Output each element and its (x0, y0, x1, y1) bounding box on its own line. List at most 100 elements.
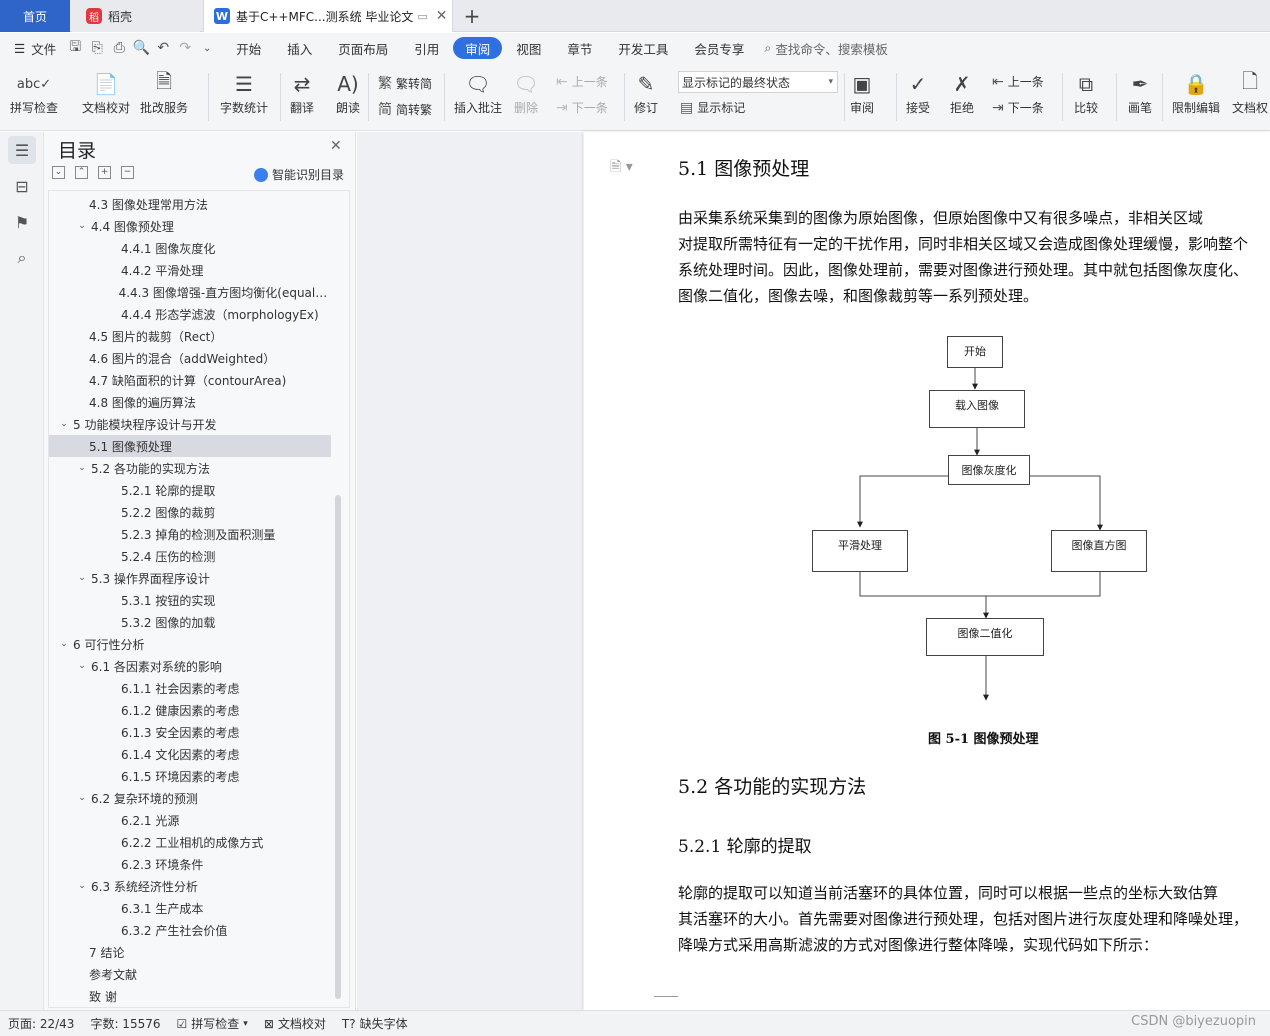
menu-item-4[interactable]: 审阅 (453, 37, 503, 59)
toc-item[interactable]: ⌄ 5.2 各功能的实现方法 (49, 457, 329, 479)
menu-item-6[interactable]: 章节 (555, 37, 604, 59)
prev-comment-button[interactable]: ⇤ 上一条 (556, 73, 608, 90)
close-icon[interactable]: ✕ (330, 138, 342, 154)
smart-toc-button[interactable]: 智能识别目录 (254, 166, 344, 183)
toc-item[interactable]: 参考文献 (49, 963, 329, 985)
word-count-indicator[interactable]: 字数: 15576 (82, 1015, 168, 1032)
toc-item[interactable]: 6.3.1 生产成本 (49, 897, 329, 919)
toc-item[interactable]: 4.5 图片的裁剪（Rect） (49, 325, 329, 347)
chevron-down-icon[interactable]: ⌄ (75, 573, 89, 583)
toc-item[interactable]: 4.8 图像的遍历算法 (49, 391, 329, 413)
close-tab-icon[interactable]: ✕ (436, 8, 448, 24)
screen-icon[interactable]: ▭ (417, 10, 427, 23)
prev-change-button[interactable]: ⇤ 上一条 (992, 73, 1044, 90)
toc-item[interactable]: 6.1.3 安全因素的考虑 (49, 721, 329, 743)
menu-item-5[interactable]: 视图 (504, 37, 553, 59)
doc-proof-button[interactable]: 📄 文档校对 (82, 69, 130, 116)
toc-item[interactable]: 4.4.3 图像增强-直方图均衡化(equaliz... (49, 281, 329, 303)
spellcheck-button[interactable]: abc✓ 拼写检查 (10, 69, 58, 116)
toc-item[interactable]: 6.2.3 环境条件 (49, 853, 329, 875)
toc-item[interactable]: ⌄ 6.3 系统经济性分析 (49, 875, 329, 897)
collapse-all-icon[interactable]: ⌄ (52, 166, 65, 179)
print-preview-icon[interactable]: 🔍 (130, 37, 152, 59)
toc-item[interactable]: 4.4.2 平滑处理 (49, 259, 329, 281)
toc-item[interactable]: ⌄ 6 可行性分析 (49, 633, 329, 655)
chapter-nav-icon[interactable]: ⊟ (8, 172, 36, 200)
spellcheck-status[interactable]: ☑ 拼写检查 ▾ (169, 1015, 256, 1032)
toc-item[interactable]: 4.4.1 图像灰度化 (49, 237, 329, 259)
toc-item[interactable]: 6.1.4 文化因素的考虑 (49, 743, 329, 765)
toc-item[interactable]: 4.7 缺陷面积的计算（contourArea) (49, 369, 329, 391)
compare-button[interactable]: ⧉ 比较 (1072, 69, 1100, 116)
chevron-down-icon[interactable]: ⌄ (75, 793, 89, 803)
more-icon[interactable]: ⌄ (196, 37, 218, 59)
toc-item[interactable]: 6.2.2 工业相机的成像方式 (49, 831, 329, 853)
toc-scrollbar[interactable] (335, 495, 341, 999)
review-pane-button[interactable]: ▣ 审阅 (848, 69, 876, 116)
toc-item[interactable]: 5.3.1 按钮的实现 (49, 589, 329, 611)
toc-item[interactable]: ⌄ 4.4 图像预处理 (49, 215, 329, 237)
toc-item[interactable]: 6.2.1 光源 (49, 809, 329, 831)
bookmark-icon[interactable]: ⚑ (8, 208, 36, 236)
insert-comment-button[interactable]: 🗨 插入批注 (454, 69, 502, 116)
translate-button[interactable]: ⇄ 翻译 (288, 69, 316, 116)
pen-button[interactable]: ✒ 画笔 (1126, 69, 1154, 116)
next-change-button[interactable]: ⇥ 下一条 (992, 99, 1044, 116)
menu-item-1[interactable]: 插入 (275, 37, 324, 59)
toc-item[interactable]: 4.3 图像处理常用方法 (49, 193, 329, 215)
toc-item[interactable]: ⌄ 5 功能模块程序设计与开发 (49, 413, 329, 435)
expand-up-icon[interactable]: ⌃ (75, 166, 88, 179)
toc-item[interactable]: 4.6 图片的混合（addWeighted） (49, 347, 329, 369)
toc-item[interactable]: 5.2.2 图像的裁剪 (49, 501, 329, 523)
markup-state-select[interactable]: 显示标记的最终状态 ▾ (678, 71, 838, 93)
toc-item[interactable]: 7 结论 (49, 941, 329, 963)
toc-item[interactable]: 6.1.2 健康因素的考虑 (49, 699, 329, 721)
toc-item[interactable]: ⌄ 5.3 操作界面程序设计 (49, 567, 329, 589)
toc-item[interactable]: 6.1.1 社会因素的考虑 (49, 677, 329, 699)
search-icon[interactable]: ⌕ (8, 244, 36, 272)
print-icon[interactable]: ⎙ (108, 37, 130, 59)
chevron-down-icon[interactable]: ⌄ (57, 639, 71, 649)
toc-item[interactable]: 5.2.4 压伤的检测 (49, 545, 329, 567)
chevron-down-icon[interactable]: ⌄ (75, 661, 89, 671)
chevron-down-icon[interactable]: ⌄ (75, 881, 89, 891)
simp-to-trad-button[interactable]: 简简转繁 (378, 99, 432, 119)
proof-status[interactable]: ⊠ 文档校对 (256, 1015, 334, 1032)
trad-to-simp-button[interactable]: 繁繁转简 (378, 73, 432, 93)
remove-level-icon[interactable]: − (121, 166, 134, 179)
restrict-edit-button[interactable]: 🔒 限制编辑 (1172, 69, 1220, 116)
tab-document[interactable]: W 基于C++MFC...测系统 毕业论文 ▭ ✕ (203, 0, 453, 32)
chevron-down-icon[interactable]: ⌄ (57, 419, 71, 429)
export-icon[interactable]: ⎘ (86, 37, 108, 59)
toc-item[interactable]: 5.2.1 轮廓的提取 (49, 479, 329, 501)
next-comment-button[interactable]: ⇥ 下一条 (556, 99, 608, 116)
read-aloud-button[interactable]: A) 朗读 (334, 69, 362, 116)
toc-item[interactable]: 5.2.3 掉角的检测及面积测量 (49, 523, 329, 545)
track-changes-button[interactable]: ✎ 修订 (632, 69, 660, 116)
command-search[interactable]: ⌕ 查找命令、搜索模板 (764, 39, 888, 58)
toc-item[interactable]: 致 谢 (49, 985, 329, 1007)
file-menu[interactable]: ☰ 文件 (0, 39, 64, 58)
add-level-icon[interactable]: + (98, 166, 111, 179)
tab-home[interactable]: 首页 (0, 0, 70, 32)
undo-icon[interactable]: ↶ (152, 37, 174, 59)
toc-item[interactable]: ⌄ 6.2 复杂环境的预测 (49, 787, 329, 809)
tab-daoke[interactable]: 稻 稻壳 (72, 0, 200, 32)
menu-item-8[interactable]: 会员专享 (682, 37, 756, 59)
toc-item[interactable]: 4.4.4 形态学滤波（morphologyEx) (49, 303, 329, 325)
menu-item-7[interactable]: 开发工具 (606, 37, 680, 59)
chevron-down-icon[interactable]: ⌄ (75, 221, 89, 231)
batch-service-button[interactable]: 🗎 批改服务 (140, 69, 188, 116)
menu-item-2[interactable]: 页面布局 (326, 37, 400, 59)
menu-item-3[interactable]: 引用 (402, 37, 451, 59)
accept-button[interactable]: ✓ 接受 (904, 69, 932, 116)
word-count-button[interactable]: ☰ 字数统计 (220, 69, 268, 116)
menu-item-0[interactable]: 开始 (224, 37, 273, 59)
toc-item[interactable]: 5.1 图像预处理 (49, 435, 331, 457)
document-page[interactable]: 🗎 ▾ 5.1 图像预处理 由采集系统采集到的图像为原始图像，但原始图像中又有很… (584, 132, 1270, 1010)
save-icon[interactable]: 🖫 (64, 37, 86, 59)
toc-item[interactable]: 6.3.2 产生社会价值 (49, 919, 329, 941)
chevron-down-icon[interactable]: ⌄ (75, 463, 89, 473)
new-tab-button[interactable]: + (460, 0, 484, 32)
reject-button[interactable]: ✗ 拒绝 (948, 69, 976, 116)
